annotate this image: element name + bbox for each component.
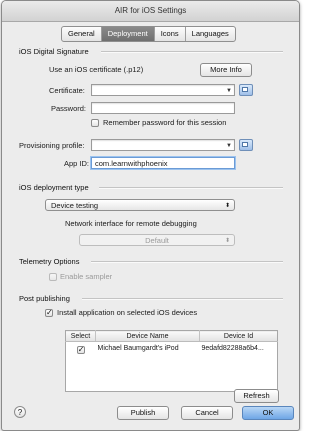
deployment-separator	[99, 187, 283, 189]
post-publishing-separator	[82, 298, 283, 300]
remember-password-checkbox[interactable]	[91, 119, 99, 127]
chevron-updown-icon: ⬍	[224, 238, 230, 244]
help-button[interactable]: ?	[14, 406, 26, 418]
column-header-select[interactable]: Select	[65, 330, 96, 342]
provisioning-label: Provisioning profile:	[19, 141, 85, 150]
publish-button[interactable]: Publish	[117, 406, 169, 420]
table-row	[66, 367, 278, 379]
deployment-type-select[interactable]: Device testing ⬍	[45, 199, 235, 211]
ok-button[interactable]: OK	[242, 406, 294, 420]
tab-languages[interactable]: Languages	[186, 27, 235, 41]
deployment-section-title: iOS deployment type	[19, 183, 89, 192]
use-certificate-label: Use an iOS certificate (.p12)	[49, 65, 144, 74]
password-field[interactable]	[91, 102, 235, 114]
tab-bar: General Deployment Icons Languages	[61, 26, 236, 42]
window-title: AIR for iOS Settings	[114, 6, 187, 15]
network-interface-select: Default ⬍	[79, 234, 235, 246]
certificate-label: Certificate:	[49, 86, 85, 95]
chevron-down-icon: ▼	[226, 143, 232, 149]
table-row[interactable]: ✓ Michael Baumgardt's iPod 9edafd82288a6…	[66, 342, 278, 356]
app-id-label: App ID:	[64, 159, 90, 168]
device-id-cell: 9edafd82288a6b4...	[201, 345, 264, 352]
network-interface-value: Default	[145, 236, 169, 245]
column-header-device-name[interactable]: Device Name	[95, 330, 200, 342]
signature-section-title: iOS Digital Signature	[19, 47, 89, 56]
enable-sampler-checkbox	[49, 273, 57, 281]
column-header-device-id[interactable]: Device Id	[199, 330, 278, 342]
telemetry-section-title: Telemetry Options	[19, 257, 80, 266]
certificate-combo[interactable]: ▼	[91, 84, 235, 96]
provisioning-combo[interactable]: ▼	[91, 139, 235, 151]
settings-window: AIR for iOS Settings General Deployment …	[1, 0, 300, 431]
refresh-button[interactable]: Refresh	[234, 389, 279, 403]
more-info-button[interactable]: More Info	[200, 63, 252, 77]
device-select-checkbox[interactable]: ✓	[76, 345, 85, 354]
password-label: Password:	[51, 104, 87, 113]
signature-separator	[101, 51, 283, 53]
cancel-button[interactable]: Cancel	[181, 406, 233, 420]
tab-deployment[interactable]: Deployment	[101, 27, 155, 41]
post-publishing-section-title: Post publishing	[19, 294, 70, 303]
browse-folder-icon[interactable]	[239, 84, 253, 96]
browse-folder-icon[interactable]	[239, 139, 253, 151]
devices-table-header: Select Device Name Device Id	[65, 330, 278, 342]
tab-general[interactable]: General	[62, 27, 102, 41]
devices-table: Select Device Name Device Id ✓ Michael B…	[65, 330, 278, 392]
app-id-field[interactable]: com.learnwithphoenix	[91, 157, 235, 169]
table-row	[66, 355, 278, 367]
install-on-devices-label: Install application on selected iOS devi…	[57, 308, 198, 317]
tab-icons[interactable]: Icons	[155, 27, 186, 41]
chevron-down-icon: ▼	[226, 88, 232, 94]
enable-sampler-label: Enable sampler	[60, 272, 113, 281]
device-name-cell: Michael Baumgardt's iPod	[97, 345, 179, 352]
install-on-devices-checkbox[interactable]: ✓	[45, 309, 53, 317]
chevron-updown-icon: ⬍	[224, 203, 230, 209]
window-titlebar: AIR for iOS Settings	[2, 1, 299, 22]
telemetry-separator	[91, 261, 283, 263]
remember-password-label: Remember password for this session	[103, 118, 227, 127]
deployment-type-value: Device testing	[51, 201, 99, 210]
network-interface-label: Network interface for remote debugging	[65, 219, 197, 228]
device-select-cell[interactable]: ✓	[66, 342, 96, 356]
